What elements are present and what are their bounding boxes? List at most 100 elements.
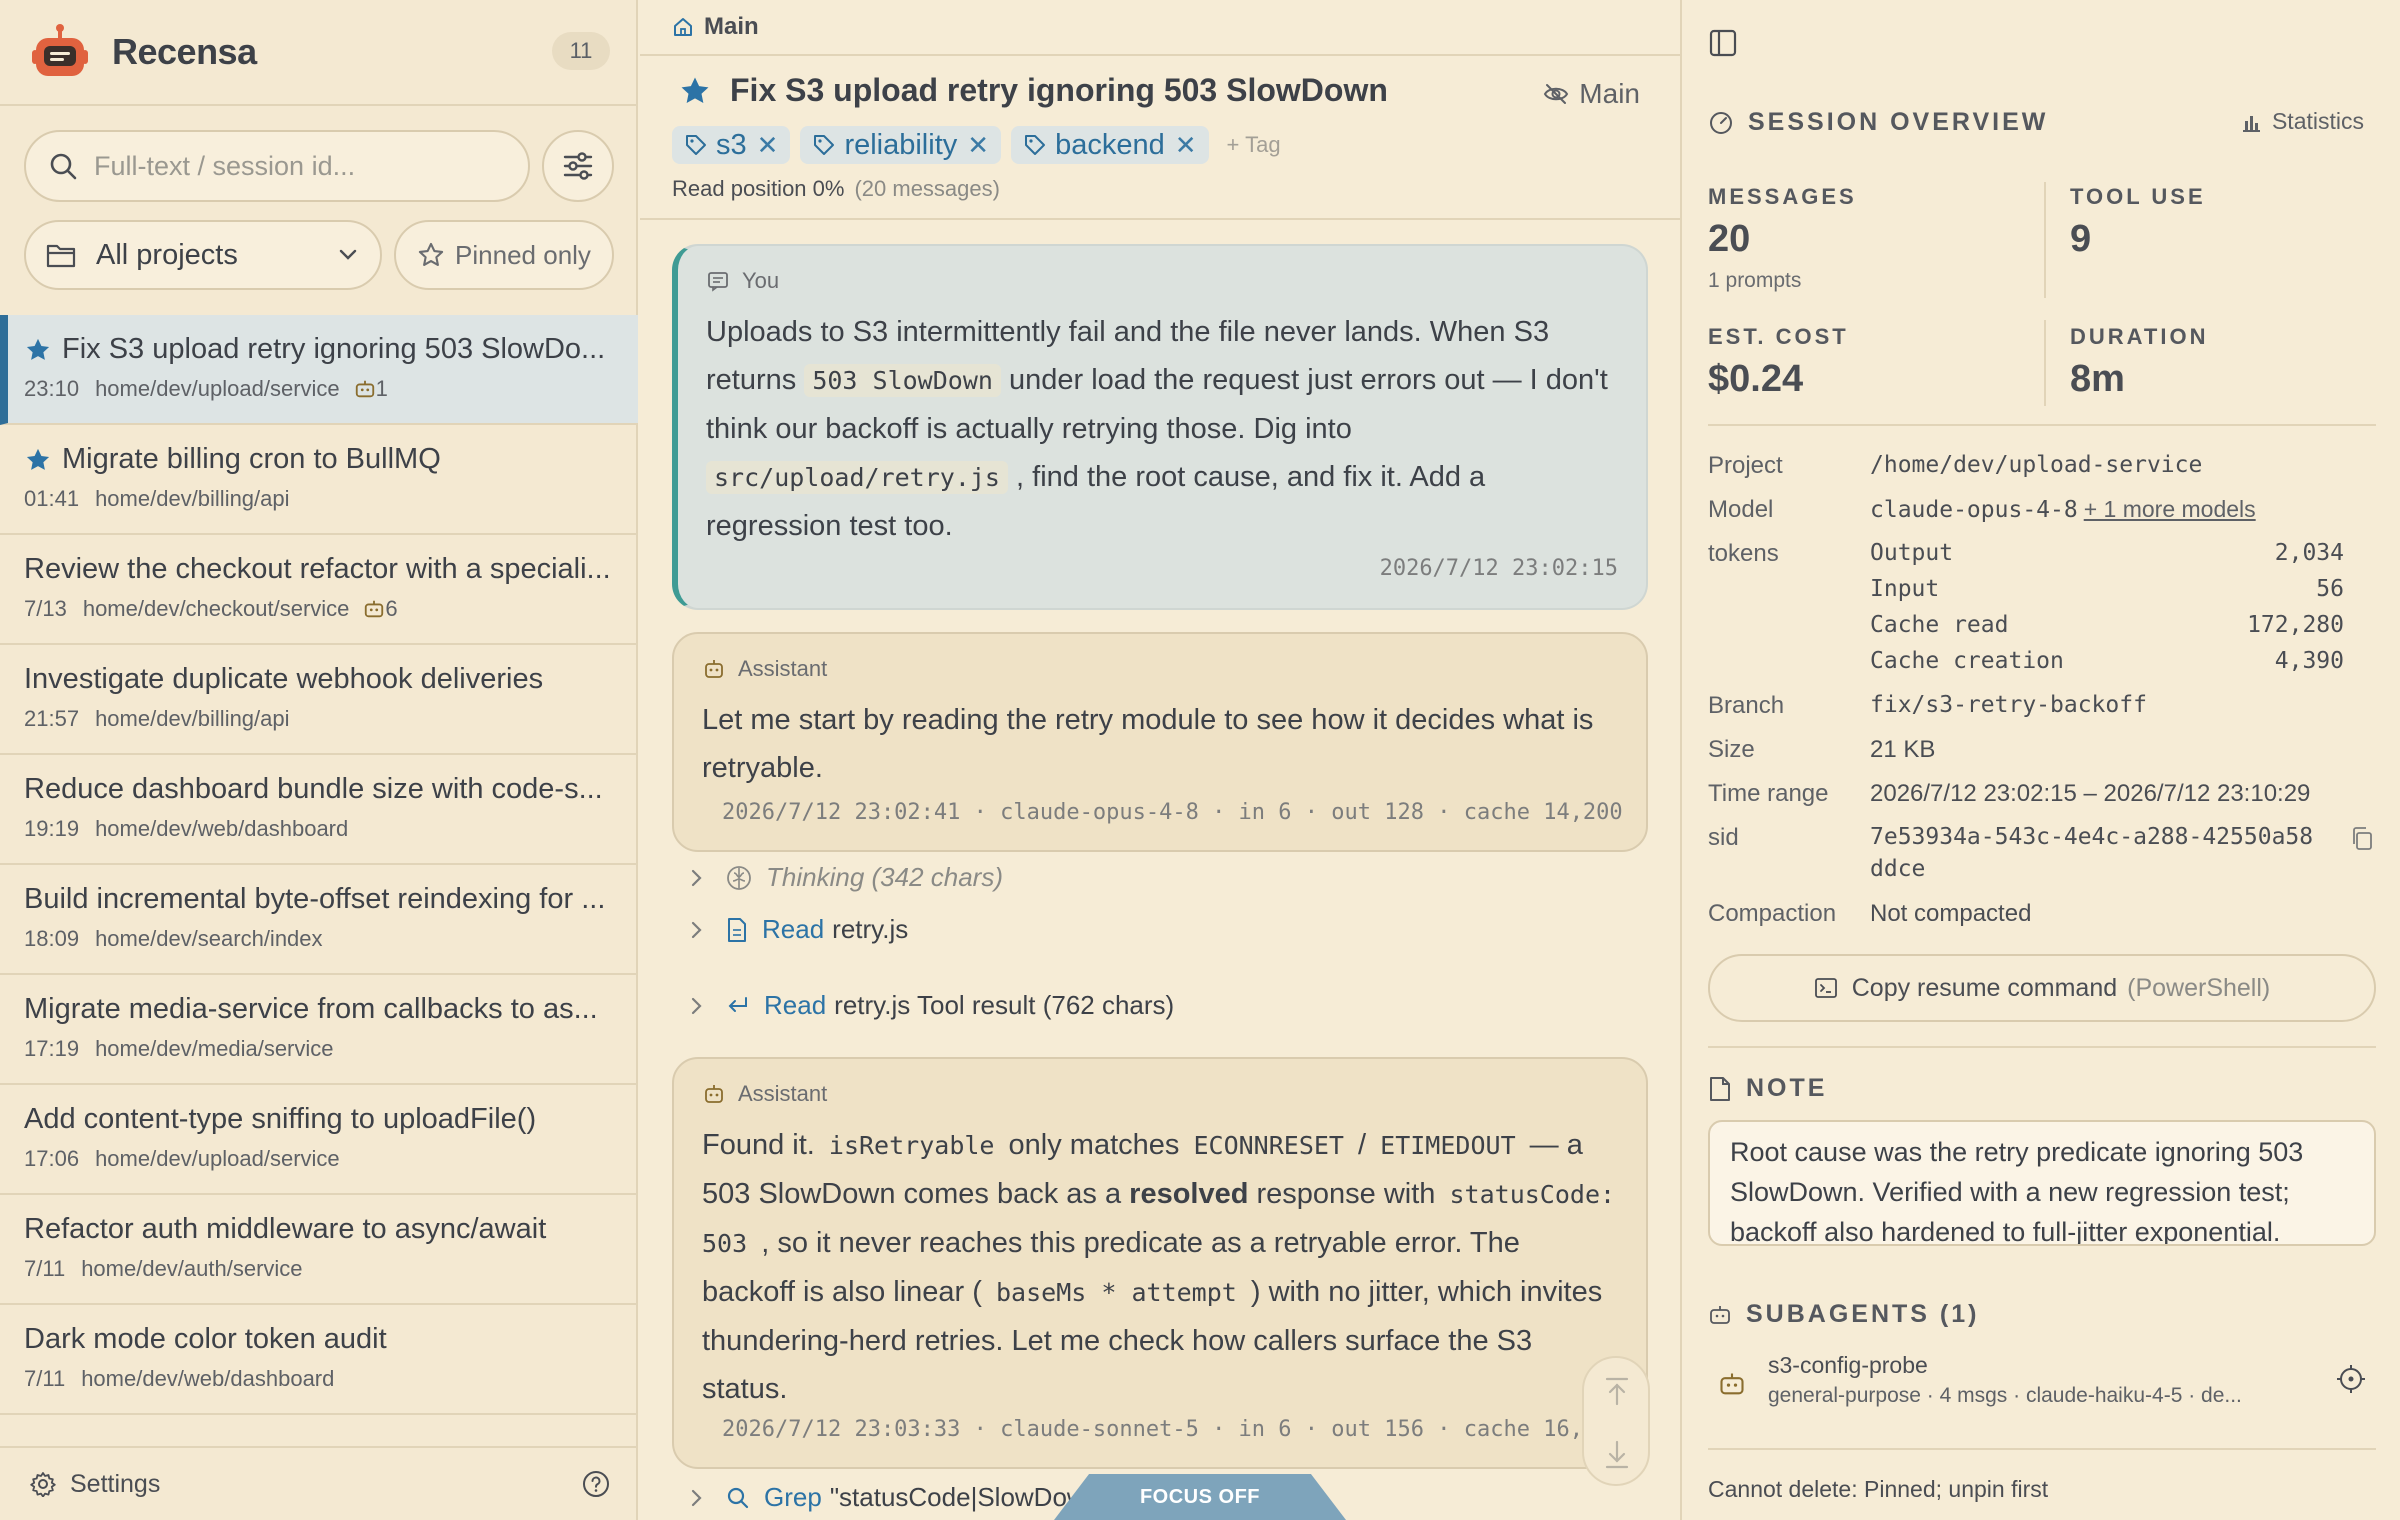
chevron-right-icon [691,869,702,886]
bold-text: resolved [1129,1178,1249,1210]
project-select[interactable]: All projects [24,220,382,290]
divider [640,218,1680,220]
message-body: Found it. isRetryable only matches ECONN… [702,1121,1618,1413]
session-title: Refactor auth middleware to async/await [24,1213,614,1246]
more-models-link[interactable]: + 1 more models [2084,496,2256,522]
tag-s3[interactable]: s3 ✕ [672,126,791,164]
scroll-bottom-icon[interactable] [1604,1440,1630,1470]
delete-status: Cannot delete: Pinned; unpin first [1708,1476,2049,1502]
session-title: Investigate duplicate webhook deliveries [24,663,614,696]
session-item[interactable]: Build incremental byte-offset reindexing… [0,865,638,975]
robot-icon [1720,1373,1744,1395]
stat-cost: EST. COST $0.24 [1708,324,1849,401]
focus-mode-toggle[interactable]: FOCUS OFF [1054,1474,1346,1520]
search-box[interactable] [24,130,530,202]
subagent-item[interactable]: s3-config-probe general-purpose · 4 msgs… [1708,1350,2376,1420]
session-path: home/dev/billing/api [95,706,290,731]
remove-tag-icon[interactable]: ✕ [1175,130,1197,161]
token-row-output: Output 2,034 [1870,540,2344,566]
sliders-icon [563,152,593,180]
session-meta: 21:57 home/dev/billing/api [24,706,638,732]
note-textarea[interactable]: Root cause was the retry predicate ignor… [1708,1120,2376,1246]
brain-icon [727,865,751,890]
assistant-message: Assistant Let me start by reading the re… [672,632,1648,852]
session-item[interactable]: Migrate billing cron to BullMQ 01:41 home/… [0,425,638,535]
stat-value: $0.24 [1708,358,1804,400]
tag-reliability[interactable]: reliability ✕ [800,126,1002,164]
breadcrumb[interactable]: Main [640,0,1680,56]
tag-icon [1025,135,1046,155]
robot-icon [365,600,384,618]
add-tag-button[interactable]: + Tag [1227,132,1281,158]
remove-tag-icon[interactable]: ✕ [757,130,779,161]
session-title-text: Build incremental byte-offset reindexing… [24,883,606,915]
scroll-top-icon[interactable] [1604,1376,1630,1406]
tool-result-read[interactable]: Read retry.js Tool result (762 chars) [690,990,1174,1021]
message-body: Let me start by reading the retry module… [702,704,1594,784]
copy-icon[interactable] [2350,826,2374,852]
stat-value: 20 [1708,218,1751,260]
text: response with [1248,1178,1444,1210]
star-filled-icon[interactable] [678,74,712,108]
copy-resume-button[interactable]: Copy resume command (PowerShell) [1708,954,2376,1022]
robot-logo-icon [32,24,88,76]
divider [0,104,638,106]
session-item[interactable]: Investigate duplicate webhook deliveries… [0,645,638,755]
chevron-right-icon [691,921,702,938]
session-meta: 7/11 home/dev/web/dashboard [24,1366,638,1392]
robot-icon [705,1085,723,1103]
session-path: home/dev/search/index [95,926,323,951]
session-title: Reduce dashboard bundle size with code-s… [24,773,614,806]
hide-main-toggle[interactable]: Main [1543,78,1640,110]
session-path: home/dev/web/dashboard [95,816,349,841]
session-item[interactable]: Add content-type sniffing to uploadFile(… [0,1085,638,1195]
session-item[interactable]: Dark mode color token audit 7/11 home/dev/… [0,1305,638,1415]
subagent-count-value: 1 [375,376,388,401]
search-icon [727,1487,749,1508]
remove-tag-icon[interactable]: ✕ [967,130,989,161]
gear-icon [30,1472,56,1497]
session-item[interactable]: Migrate media-service from callbacks to … [0,975,638,1085]
session-item[interactable]: Refactor auth middleware to async/await 7… [0,1195,638,1305]
session-path: home/dev/web/dashboard [81,1366,335,1391]
token-row-input: Input 56 [1870,576,2344,602]
session-time: 18:09 [24,926,80,951]
session-title: Dark mode color token audit [24,1323,614,1356]
session-item[interactable]: Fix S3 upload retry ignoring 503 SlowDo.… [0,315,638,425]
branch-key: Branch [1708,692,1785,719]
copy-resume-label: Copy resume command [1851,973,2118,1002]
panel-toggle-icon[interactable] [1708,28,1738,58]
inline-code: ECONNRESET [1193,1131,1344,1160]
overview-title: SESSION OVERVIEW [1748,108,2049,136]
help-icon[interactable] [582,1470,610,1498]
pinned-only-toggle[interactable]: Pinned only [394,220,614,290]
text: Found it. [702,1129,823,1161]
token-label: Output [1870,540,1954,566]
locate-icon[interactable] [2336,1364,2366,1394]
search-input[interactable] [94,150,514,182]
sid-key: sid [1708,824,1739,851]
session-title-text: Review the checkout refactor with a spec… [24,553,611,585]
filter-button[interactable] [542,130,614,202]
tag-backend[interactable]: backend ✕ [1011,126,1209,164]
brand: Recensa [30,20,257,84]
session-meta: 17:19 home/dev/media/service [24,1036,638,1062]
settings-button[interactable]: Settings [0,1446,638,1520]
thinking-block[interactable]: Thinking (342 chars) [690,862,1003,893]
session-title: Fix S3 upload retry ignoring 503 SlowDow… [678,72,1388,109]
session-list: Fix S3 upload retry ignoring 503 SlowDo.… [0,315,638,1415]
session-title: Fix S3 upload retry ignoring 503 SlowDo.… [24,333,614,366]
session-item[interactable]: Review the checkout refactor with a spec… [0,535,638,645]
session-item[interactable]: Reduce dashboard bundle size with code-s… [0,755,638,865]
message-role: Assistant [702,656,827,682]
note-title: NOTE [1746,1074,1828,1102]
session-meta: 7/11 home/dev/auth/service [24,1256,638,1282]
role-label: You [742,268,780,293]
message-role: You [706,268,779,294]
tool-call-read[interactable]: Read retry.js [690,914,908,945]
session-time: 21:57 [24,706,80,731]
token-row-cache-read: Cache read 172,280 [1870,612,2344,638]
statistics-link[interactable]: Statistics [2240,108,2364,135]
model-key: Model [1708,496,1774,523]
chat-icon [708,272,728,292]
